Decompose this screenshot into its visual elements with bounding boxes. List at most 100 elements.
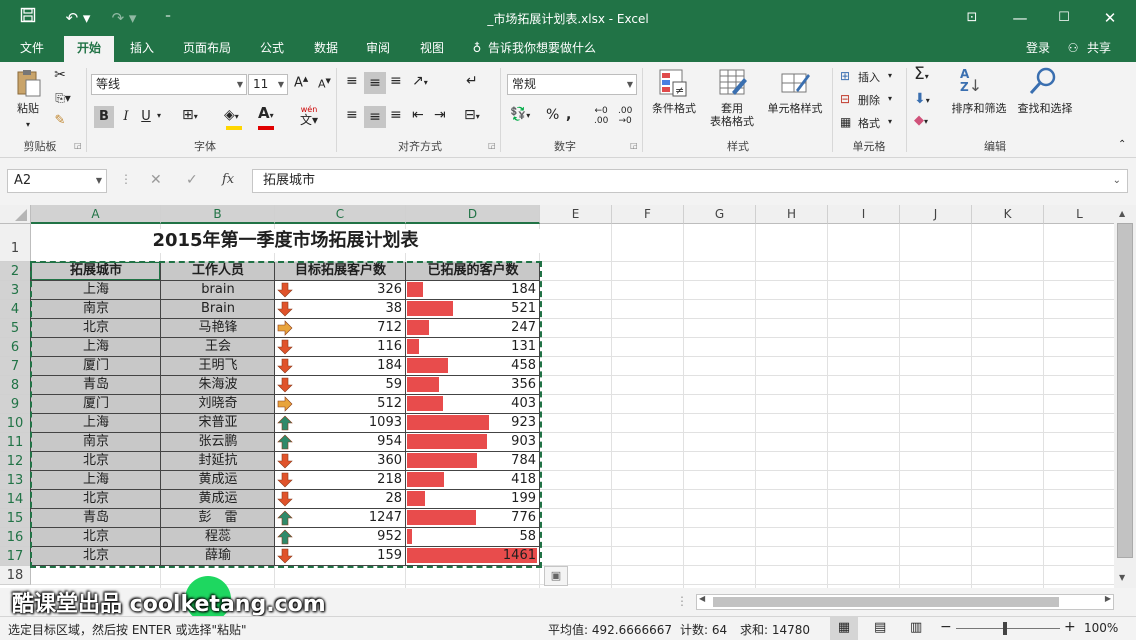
find-select-button[interactable]: 查找和选择 — [1012, 102, 1078, 115]
login-link[interactable]: 登录 — [1020, 36, 1056, 62]
tell-me-box[interactable]: 告诉我你想要做什么 — [488, 36, 608, 62]
dialog-launcher-icon[interactable]: ◲ — [488, 142, 496, 150]
delete-dropdown-icon[interactable]: ▾ — [888, 95, 892, 103]
zoom-in-icon[interactable]: + — [1064, 619, 1076, 635]
column-header-h[interactable]: H — [756, 205, 828, 224]
orientation-icon[interactable]: ↗▾ — [412, 74, 428, 88]
enter-icon[interactable]: ✓ — [186, 173, 198, 187]
row-header-10[interactable]: 10 — [0, 414, 31, 433]
zoom-out-icon[interactable]: − — [940, 619, 952, 635]
cancel-icon[interactable]: ✕ — [150, 173, 162, 187]
column-header-j[interactable]: J — [900, 205, 972, 224]
column-header-g[interactable]: G — [684, 205, 756, 224]
row-header-17[interactable]: 17 — [0, 547, 31, 566]
vertical-scroll-thumb[interactable] — [1117, 223, 1133, 558]
row-header-7[interactable]: 7 — [0, 357, 31, 376]
format-painter-icon[interactable]: ✎ — [52, 114, 68, 127]
maximize-icon[interactable]: ☐ — [1054, 6, 1074, 30]
row-header-4[interactable]: 4 — [0, 300, 31, 319]
column-header-f[interactable]: F — [612, 205, 684, 224]
tab-insert[interactable]: 插入 — [120, 36, 164, 62]
paste-icon[interactable] — [14, 68, 42, 98]
column-header-i[interactable]: I — [828, 205, 900, 224]
column-header-k[interactable]: K — [972, 205, 1044, 224]
increase-indent-icon[interactable]: ⇥ — [434, 108, 446, 122]
zoom-slider-thumb[interactable] — [1003, 622, 1007, 635]
horizontal-scroll-thumb[interactable] — [713, 597, 1059, 607]
row-header-1[interactable]: 1 — [0, 224, 31, 262]
horizontal-scrollbar[interactable]: ◀ ▶ — [696, 594, 1114, 610]
insert-cells-icon[interactable]: ⊞ — [840, 70, 850, 82]
column-header-c[interactable]: C — [275, 205, 406, 224]
underline-dropdown-icon[interactable]: ▾ — [157, 112, 161, 120]
select-all-corner[interactable] — [0, 205, 31, 224]
page-break-view-icon[interactable]: ▥ — [910, 620, 922, 635]
format-cells-icon[interactable]: ▦ — [840, 116, 851, 128]
phonetic-icon[interactable]: wén 文▾ — [300, 106, 318, 127]
conditional-format-button[interactable]: 条件格式 — [648, 102, 700, 115]
paste-options-icon[interactable]: ▣ — [544, 566, 568, 586]
format-as-table-icon[interactable] — [718, 68, 748, 98]
row-header-13[interactable]: 13 — [0, 471, 31, 490]
italic-button[interactable]: I — [118, 106, 134, 128]
delete-cells-button[interactable]: 删除 — [858, 94, 888, 107]
shrink-font-icon[interactable]: A▼ — [318, 78, 331, 90]
column-header-b[interactable]: B — [161, 205, 275, 224]
insert-function-icon[interactable]: fx — [222, 173, 234, 186]
row-header-16[interactable]: 16 — [0, 528, 31, 547]
row-header-15[interactable]: 15 — [0, 509, 31, 528]
tab-home[interactable]: 开始 — [64, 36, 114, 62]
scroll-up-icon[interactable]: ▲ — [1119, 209, 1125, 218]
dialog-launcher-icon[interactable]: ◲ — [630, 142, 638, 150]
border-icon[interactable]: ⊞▾ — [182, 108, 198, 122]
wrap-text-icon[interactable]: ↵ — [466, 74, 478, 88]
insert-cells-button[interactable]: 插入 — [858, 71, 888, 84]
cell-styles-button[interactable]: 单元格样式 — [762, 102, 828, 115]
delete-cells-icon[interactable]: ⊟ — [840, 93, 850, 105]
conditional-format-icon[interactable]: ≠ — [658, 68, 688, 98]
grow-font-icon[interactable]: A▲ — [294, 76, 308, 90]
clear-icon[interactable]: ◆▾ — [914, 114, 928, 127]
row-header-2[interactable]: 2 — [0, 262, 31, 281]
cell-styles-icon[interactable] — [780, 68, 810, 98]
tab-page-layout[interactable]: 页面布局 — [172, 36, 242, 62]
fill-color-icon[interactable]: ◈▾ — [224, 108, 239, 122]
sort-filter-icon[interactable]: A Z↓ — [960, 68, 994, 98]
font-size-select[interactable]: 11 ▼ — [248, 74, 288, 95]
font-name-select[interactable]: 等线 ▼ — [91, 74, 247, 95]
align-center-icon[interactable]: ≡ — [364, 106, 386, 128]
scroll-left-icon[interactable]: ◀ — [699, 594, 705, 603]
format-as-table-button[interactable]: 套用 表格格式 — [700, 102, 764, 128]
row-header-18[interactable]: 18 — [0, 566, 31, 585]
increase-decimal-icon[interactable]: ←0.00 — [594, 106, 608, 126]
bold-button[interactable]: B — [94, 106, 114, 128]
autosum-icon[interactable]: Σ▾ — [914, 66, 929, 83]
vertical-scrollbar[interactable]: ▲ ▼ — [1114, 205, 1136, 588]
number-format-select[interactable]: 常规 ▼ — [507, 74, 637, 95]
row-header-5[interactable]: 5 — [0, 319, 31, 338]
minimize-icon[interactable]: — — [1010, 6, 1030, 30]
find-select-icon[interactable] — [1028, 66, 1058, 96]
row-header-8[interactable]: 8 — [0, 376, 31, 395]
insert-dropdown-icon[interactable]: ▾ — [888, 72, 892, 80]
tab-file[interactable]: 文件 — [10, 36, 54, 62]
font-color-icon[interactable]: A▾ — [258, 106, 274, 121]
dialog-launcher-icon[interactable]: ◲ — [74, 142, 82, 150]
cut-icon[interactable]: ✂ — [52, 68, 68, 82]
close-icon[interactable]: ✕ — [1100, 6, 1120, 30]
ribbon-display-icon[interactable]: ⊡ — [962, 6, 982, 30]
tab-view[interactable]: 视图 — [410, 36, 454, 62]
active-cell[interactable] — [31, 262, 160, 280]
copy-icon[interactable]: ⎘▾ — [52, 92, 74, 104]
tab-formulas[interactable]: 公式 — [250, 36, 294, 62]
zoom-slider[interactable] — [956, 628, 1060, 629]
align-left-icon[interactable]: ≡ — [346, 108, 358, 122]
collapse-ribbon-icon[interactable]: ⌃ — [1118, 140, 1126, 150]
fill-icon[interactable]: ⬇▾ — [914, 92, 930, 106]
scroll-right-icon[interactable]: ▶ — [1105, 594, 1111, 603]
paste-button[interactable]: 粘贴 — [12, 102, 44, 115]
worksheet-grid[interactable]: A B C D E F G H I J K L 1 2 3 4 5 6 7 8 9 10 11 12 13 14 15 16 17 18 2… — [0, 205, 1114, 588]
decrease-decimal-icon[interactable]: .00 →0 — [618, 106, 632, 126]
currency-icon[interactable]: 💱▾ — [510, 108, 530, 121]
underline-button[interactable]: U — [138, 106, 154, 128]
